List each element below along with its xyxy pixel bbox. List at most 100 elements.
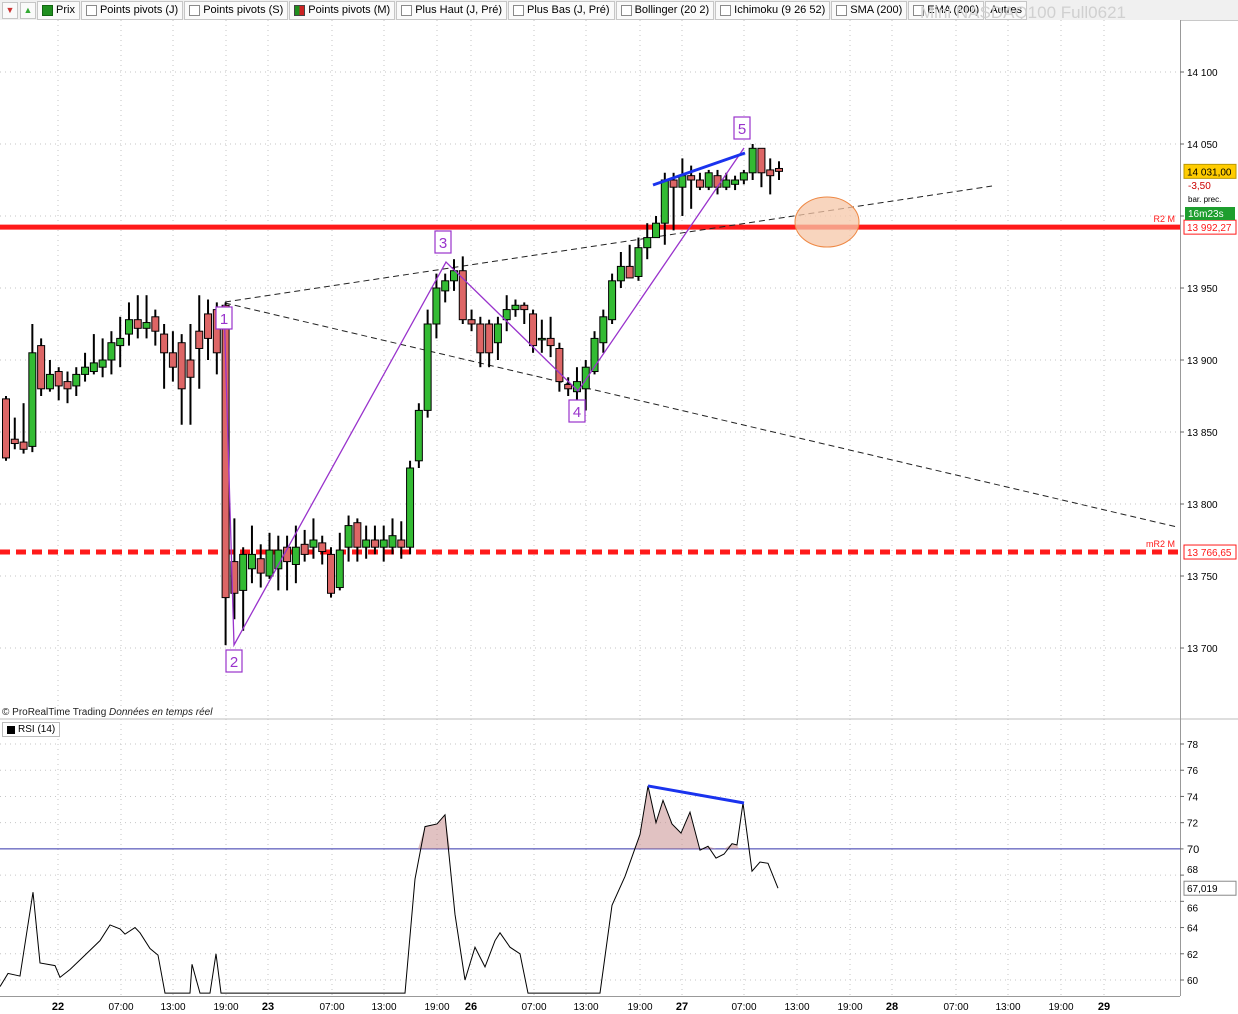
candle-up[interactable] bbox=[678, 175, 687, 188]
candle-down[interactable] bbox=[555, 347, 564, 383]
candle-up[interactable] bbox=[388, 535, 397, 548]
candle-down[interactable] bbox=[37, 345, 46, 390]
candle-up[interactable] bbox=[704, 172, 713, 188]
candle-up[interactable] bbox=[247, 553, 256, 570]
candle-down[interactable] bbox=[370, 539, 379, 548]
copyright-realtime: Données en temps réel bbox=[109, 707, 213, 718]
x-tick-label: 07:00 bbox=[108, 1002, 133, 1013]
price-change-label: bar. prec. bbox=[1188, 195, 1221, 204]
candle-up[interactable] bbox=[511, 304, 520, 311]
candle-up[interactable] bbox=[335, 549, 344, 589]
candle-up[interactable] bbox=[362, 539, 371, 548]
candle-up[interactable] bbox=[652, 222, 661, 239]
price-panel bbox=[0, 20, 1180, 718]
candle-up[interactable] bbox=[124, 319, 133, 335]
candle-up[interactable] bbox=[634, 247, 643, 277]
candle-down[interactable] bbox=[2, 398, 10, 459]
price-tick-label: 13 750 bbox=[1187, 572, 1218, 583]
x-tick-label: 07:00 bbox=[319, 1002, 344, 1013]
candle-up[interactable] bbox=[643, 237, 652, 249]
candle-down[interactable] bbox=[19, 441, 28, 450]
x-tick-label: 07:00 bbox=[943, 1002, 968, 1013]
rsi-tick-label: 60 bbox=[1187, 976, 1199, 987]
candle-down[interactable] bbox=[757, 147, 766, 174]
candle-up[interactable] bbox=[414, 409, 423, 462]
candle-up[interactable] bbox=[107, 342, 116, 361]
candle-down[interactable] bbox=[476, 323, 485, 354]
candle-down[interactable] bbox=[353, 522, 362, 548]
copyright-note: © ProRealTime Trading Données en temps r… bbox=[2, 707, 212, 718]
candle-down[interactable] bbox=[54, 371, 63, 387]
candle-down[interactable] bbox=[775, 167, 783, 172]
price-tick-label: 13 700 bbox=[1187, 644, 1218, 655]
candle-down[interactable] bbox=[10, 438, 19, 445]
candle-up[interactable] bbox=[98, 359, 107, 368]
candle-down[interactable] bbox=[546, 337, 555, 347]
candle-up[interactable] bbox=[344, 525, 353, 548]
price-tick-label: 14 100 bbox=[1187, 68, 1218, 79]
candle-up[interactable] bbox=[28, 352, 37, 447]
candle-down[interactable] bbox=[168, 352, 177, 368]
candle-down[interactable] bbox=[625, 265, 634, 279]
candle-down[interactable] bbox=[177, 342, 186, 390]
candle-down[interactable] bbox=[318, 542, 327, 553]
candle-down[interactable] bbox=[485, 323, 494, 354]
candle-up[interactable] bbox=[72, 373, 81, 387]
candle-up[interactable] bbox=[441, 280, 450, 292]
candle-up[interactable] bbox=[239, 553, 248, 591]
candle-up[interactable] bbox=[432, 287, 441, 325]
candle-down[interactable] bbox=[160, 333, 169, 354]
candle-down[interactable] bbox=[766, 169, 775, 177]
candle-up[interactable] bbox=[423, 323, 432, 411]
rsi-panel-title[interactable]: RSI (14) bbox=[2, 722, 61, 737]
candle-up[interactable] bbox=[116, 337, 125, 347]
candle-up[interactable] bbox=[722, 179, 731, 188]
x-tick-label: 07:00 bbox=[521, 1002, 546, 1013]
candle-up[interactable] bbox=[493, 323, 502, 344]
candle-down[interactable] bbox=[520, 304, 529, 311]
candle-up[interactable] bbox=[45, 373, 54, 390]
candle-down[interactable] bbox=[467, 319, 476, 325]
candle-up[interactable] bbox=[731, 179, 740, 185]
candle-up[interactable] bbox=[739, 172, 748, 181]
candle-down[interactable] bbox=[687, 175, 696, 181]
candle-up[interactable] bbox=[581, 366, 590, 390]
candle-up[interactable] bbox=[608, 280, 617, 321]
candle-down[interactable] bbox=[669, 179, 678, 188]
chart-canvas[interactable]: 22 07:00 13:00 19:00 23 07:00 13:00 19:00 26 07:0… bbox=[0, 0, 1238, 1014]
candle-up[interactable] bbox=[89, 362, 98, 373]
candle-up[interactable] bbox=[537, 337, 546, 341]
candle-down[interactable] bbox=[133, 319, 142, 329]
candle-down[interactable] bbox=[695, 179, 704, 188]
candle-up[interactable] bbox=[309, 539, 318, 548]
candle-down[interactable] bbox=[186, 359, 195, 378]
candle-down[interactable] bbox=[204, 313, 213, 339]
candle-down[interactable] bbox=[529, 313, 538, 347]
candle-up[interactable] bbox=[748, 147, 757, 174]
candle-down[interactable] bbox=[713, 175, 722, 188]
candle-up[interactable] bbox=[660, 179, 669, 224]
wave-label-2: 2 bbox=[230, 654, 238, 671]
candle-up[interactable] bbox=[406, 467, 415, 548]
candle-down[interactable] bbox=[63, 381, 72, 390]
candle-up[interactable] bbox=[379, 539, 388, 548]
rsi-color-swatch bbox=[7, 725, 15, 734]
candle-up[interactable] bbox=[142, 322, 151, 329]
candle-down[interactable] bbox=[327, 553, 336, 594]
candle-up[interactable] bbox=[599, 316, 608, 344]
x-tick-label: 19:00 bbox=[1048, 1002, 1073, 1013]
candle-up[interactable] bbox=[81, 366, 90, 375]
wave-label-1: 1 bbox=[220, 311, 228, 328]
candle-up[interactable] bbox=[616, 265, 625, 282]
price-tick-label: 13 800 bbox=[1187, 500, 1218, 511]
candle-down[interactable] bbox=[300, 543, 309, 555]
candle-down[interactable] bbox=[564, 383, 573, 390]
candle-down[interactable] bbox=[256, 558, 265, 574]
candle-down[interactable] bbox=[397, 539, 406, 548]
candle-up[interactable] bbox=[291, 546, 300, 565]
candle-down[interactable] bbox=[151, 316, 160, 332]
candle-up[interactable] bbox=[265, 549, 274, 577]
highlight-ellipse bbox=[794, 196, 860, 248]
candle-down[interactable] bbox=[195, 330, 204, 349]
pivot-level-value: 13 992,27 bbox=[1187, 223, 1232, 234]
